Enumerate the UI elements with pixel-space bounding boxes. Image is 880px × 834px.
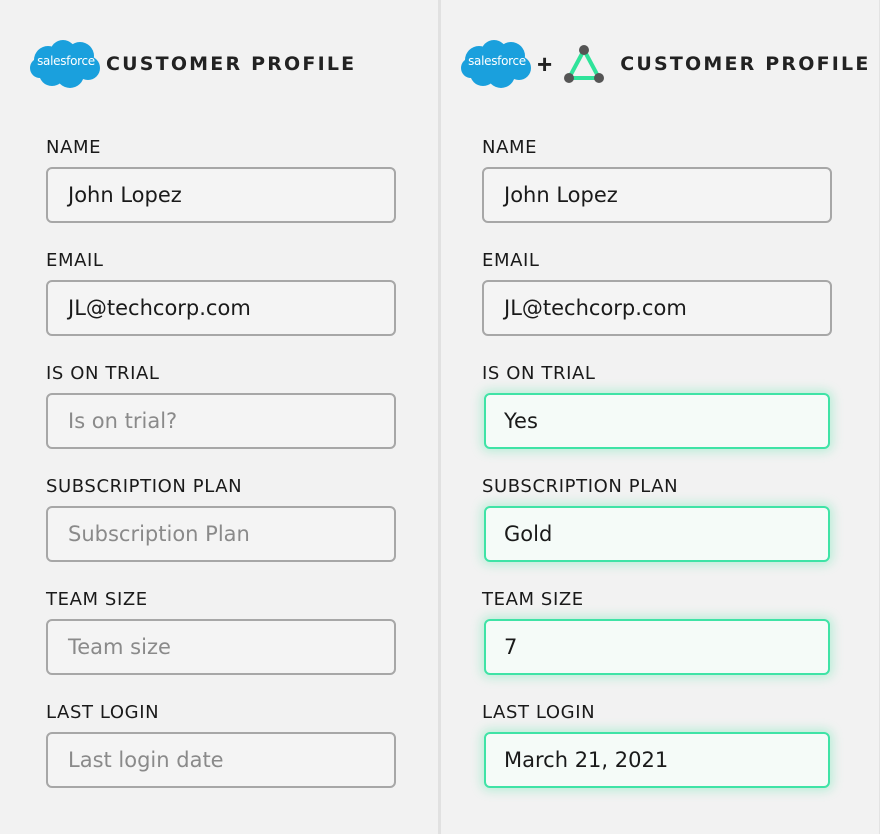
email-input[interactable]: JL@techcorp.com bbox=[482, 280, 832, 336]
panel-header: salesforce + CUSTOMER PROFILE bbox=[461, 36, 871, 92]
team-size-input[interactable]: 7 bbox=[484, 619, 830, 675]
last-login-field: LAST LOGIN March 21, 2021 bbox=[482, 702, 830, 788]
subscription-plan-label: SUBSCRIPTION PLAN bbox=[46, 476, 243, 497]
email-label: EMAIL bbox=[482, 250, 540, 271]
team-size-field: TEAM SIZE 7 bbox=[482, 589, 830, 675]
team-size-input[interactable]: Team size bbox=[46, 619, 396, 675]
email-label: EMAIL bbox=[46, 250, 104, 271]
subscription-plan-input[interactable]: Gold bbox=[484, 506, 830, 562]
is-on-trial-input[interactable]: Yes bbox=[484, 393, 830, 449]
salesforce-logo-icon: salesforce bbox=[461, 38, 533, 90]
is-on-trial-label: IS ON TRIAL bbox=[46, 363, 160, 384]
last-login-input[interactable]: March 21, 2021 bbox=[484, 732, 830, 788]
last-login-field: LAST LOGIN Last login date bbox=[46, 702, 396, 788]
team-size-label: TEAM SIZE bbox=[482, 589, 584, 610]
email-field: EMAIL JL@techcorp.com bbox=[46, 250, 396, 336]
is-on-trial-field: IS ON TRIAL Is on trial? bbox=[46, 363, 396, 449]
salesforce-logo-text: salesforce bbox=[37, 54, 95, 68]
salesforce-logo-text: salesforce bbox=[468, 54, 526, 68]
name-field: NAME John Lopez bbox=[46, 137, 396, 223]
subscription-plan-field: SUBSCRIPTION PLAN Gold bbox=[482, 476, 830, 562]
is-on-trial-label: IS ON TRIAL bbox=[482, 363, 596, 384]
name-label: NAME bbox=[46, 137, 102, 158]
page-title: CUSTOMER PROFILE bbox=[106, 53, 357, 75]
name-input[interactable]: John Lopez bbox=[482, 167, 832, 223]
last-login-label: LAST LOGIN bbox=[46, 702, 160, 723]
triangle-nodes-logo-icon bbox=[564, 45, 605, 83]
plus-sign: + bbox=[537, 49, 553, 79]
customer-profile-panel-left: salesforce CUSTOMER PROFILE NAME John Lo… bbox=[0, 0, 438, 834]
last-login-label: LAST LOGIN bbox=[482, 702, 596, 723]
subscription-plan-input[interactable]: Subscription Plan bbox=[46, 506, 396, 562]
name-field: NAME John Lopez bbox=[482, 137, 832, 223]
page-title: CUSTOMER PROFILE bbox=[620, 53, 871, 75]
is-on-trial-field: IS ON TRIAL Yes bbox=[482, 363, 830, 449]
email-field: EMAIL JL@techcorp.com bbox=[482, 250, 832, 336]
team-size-field: TEAM SIZE Team size bbox=[46, 589, 396, 675]
subscription-plan-label: SUBSCRIPTION PLAN bbox=[482, 476, 679, 497]
name-input[interactable]: John Lopez bbox=[46, 167, 396, 223]
salesforce-logo-icon: salesforce bbox=[30, 38, 102, 90]
team-size-label: TEAM SIZE bbox=[46, 589, 148, 610]
email-input[interactable]: JL@techcorp.com bbox=[46, 280, 396, 336]
customer-profile-panel-right: salesforce + CUSTOMER PROFILE NAME John … bbox=[441, 0, 880, 834]
name-label: NAME bbox=[482, 137, 538, 158]
last-login-input[interactable]: Last login date bbox=[46, 732, 396, 788]
panel-header: salesforce CUSTOMER PROFILE bbox=[30, 36, 356, 92]
subscription-plan-field: SUBSCRIPTION PLAN Subscription Plan bbox=[46, 476, 396, 562]
is-on-trial-input[interactable]: Is on trial? bbox=[46, 393, 396, 449]
